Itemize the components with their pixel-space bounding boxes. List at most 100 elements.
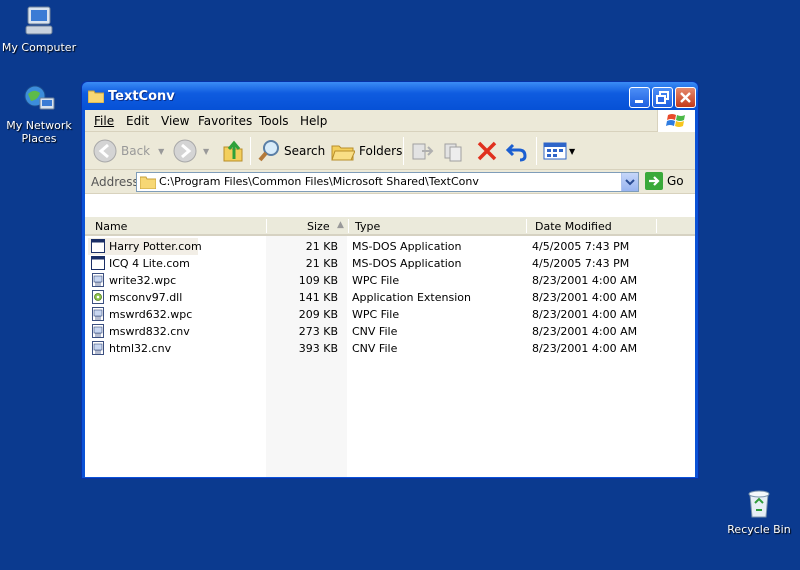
close-button[interactable] xyxy=(675,87,696,108)
file-type: CNV File xyxy=(352,325,398,338)
column-header-date-modified[interactable]: Date Modified xyxy=(535,220,612,233)
label-line-1: My Network xyxy=(6,119,72,132)
file-row[interactable]: ICQ 4 Lite.com 21 KB MS-DOS Application 4/5… xyxy=(85,255,695,272)
copy-to-icon xyxy=(444,143,462,162)
file-row[interactable]: write32.wpc 109 KB WPC File 8/23/2001 4:00 … xyxy=(85,272,695,289)
desktop-icon-my-network-places[interactable]: My Network Places xyxy=(1,82,77,145)
column-header-name[interactable]: Name xyxy=(95,220,127,233)
forward-arrow-icon xyxy=(173,139,197,163)
toolbar-separator xyxy=(536,137,537,165)
explorer-window: TextConv File Edit View Favorites Tools … xyxy=(81,81,699,479)
up-folder-icon xyxy=(223,140,243,162)
undo-icon xyxy=(505,143,527,162)
desktop-icon-recycle-bin[interactable]: Recycle Bin xyxy=(721,486,797,536)
go-button[interactable]: Go xyxy=(645,172,684,190)
close-icon xyxy=(680,92,691,103)
folders-label: Folders xyxy=(359,144,403,158)
chevron-down-icon xyxy=(625,179,635,186)
column-header-size[interactable]: Size xyxy=(307,220,330,233)
column-header-type[interactable]: Type xyxy=(355,220,380,233)
copy-to-button[interactable] xyxy=(442,138,466,164)
file-size: 273 KB xyxy=(298,325,338,338)
menu-view[interactable]: View xyxy=(161,114,189,128)
back-dropdown-icon[interactable]: ▼ xyxy=(158,147,164,156)
generic-file-icon xyxy=(91,324,105,338)
file-type: Application Extension xyxy=(352,291,471,304)
forward-dropdown-icon[interactable]: ▼ xyxy=(203,147,209,156)
menu-edit[interactable]: Edit xyxy=(126,114,149,128)
folder-icon xyxy=(87,89,105,106)
move-to-button[interactable] xyxy=(410,138,434,164)
file-date-modified: 8/23/2001 4:00 AM xyxy=(532,308,638,321)
file-name: Harry Potter.com xyxy=(109,240,202,253)
folders-icon xyxy=(331,145,355,161)
label-line-2: Places xyxy=(21,132,57,145)
title-bar[interactable]: TextConv xyxy=(82,82,698,110)
maximize-button[interactable] xyxy=(652,87,673,108)
search-icon xyxy=(258,140,279,162)
file-type: MS-DOS Application xyxy=(352,257,462,270)
back-button[interactable]: Back ▼ xyxy=(93,138,164,164)
file-row[interactable]: msconv97.dll 141 KB Application Extension 8… xyxy=(85,289,695,306)
generic-file-icon xyxy=(91,307,105,321)
file-type: WPC File xyxy=(352,308,400,321)
views-button[interactable]: ▼ xyxy=(543,138,575,164)
menu-file[interactable]: File xyxy=(94,114,114,128)
file-type: MS-DOS Application xyxy=(352,240,462,253)
views-dropdown-icon: ▼ xyxy=(569,146,576,156)
menu-bar: File Edit View Favorites Tools Help xyxy=(85,110,695,132)
menu-tools[interactable]: Tools xyxy=(259,114,289,128)
file-date-modified: 4/5/2005 7:43 PM xyxy=(532,240,630,253)
file-size: 393 KB xyxy=(298,342,338,355)
go-arrow-icon xyxy=(645,172,663,190)
recycle-bin-icon xyxy=(742,486,776,520)
address-dropdown-button[interactable] xyxy=(621,173,638,191)
generic-file-icon xyxy=(91,273,105,287)
folders-button[interactable]: Folders xyxy=(331,138,402,164)
minimize-icon xyxy=(635,100,643,103)
move-to-icon xyxy=(412,143,434,160)
desktop-icon-label: My Network Places xyxy=(1,119,77,145)
file-type: WPC File xyxy=(352,274,400,287)
up-folder-button[interactable] xyxy=(222,138,244,164)
file-row[interactable]: html32.cnv 393 KB CNV File 8/23/2001 4:00 A… xyxy=(85,340,695,357)
msdos-app-icon xyxy=(91,239,105,253)
generic-file-icon xyxy=(91,341,105,355)
file-row[interactable]: mswrd832.cnv 273 KB CNV File 8/23/2001 4:00… xyxy=(85,323,695,340)
menu-label: File xyxy=(94,114,115,128)
delete-button[interactable] xyxy=(475,138,499,164)
menu-help[interactable]: Help xyxy=(300,114,327,128)
file-size: 209 KB xyxy=(298,308,338,321)
column-header-row: Name Size ▲ Type Date Modified xyxy=(85,217,695,236)
desktop-icon-label: Recycle Bin xyxy=(727,523,791,536)
desktop-icon-my-computer[interactable]: My Computer xyxy=(1,4,77,54)
window-title: TextConv xyxy=(108,89,175,104)
go-label: Go xyxy=(667,174,684,188)
file-row[interactable]: Harry Potter.com 21 KB MS-DOS Application 4… xyxy=(85,238,695,255)
file-name: write32.wpc xyxy=(109,274,177,287)
file-list: Name Size ▲ Type Date Modified Harry Pot… xyxy=(85,217,695,477)
search-button[interactable]: Search xyxy=(257,138,325,164)
file-size: 21 KB xyxy=(305,257,338,270)
minimize-button[interactable] xyxy=(629,87,650,108)
file-name: ICQ 4 Lite.com xyxy=(109,257,190,270)
address-path: C:\Program Files\Common Files\Microsoft … xyxy=(159,175,479,188)
forward-button[interactable]: ▼ xyxy=(173,138,209,164)
file-date-modified: 8/23/2001 4:00 AM xyxy=(532,342,638,355)
network-icon xyxy=(22,82,56,116)
file-date-modified: 8/23/2001 4:00 AM xyxy=(532,291,638,304)
msdos-app-icon xyxy=(91,256,105,270)
file-size: 21 KB xyxy=(305,240,338,253)
undo-button[interactable] xyxy=(505,138,529,164)
file-type: CNV File xyxy=(352,342,398,355)
menu-favorites[interactable]: Favorites xyxy=(198,114,252,128)
column-separator xyxy=(656,219,657,233)
toolbar-separator xyxy=(250,137,251,165)
desktop-icon-label: My Computer xyxy=(1,41,77,54)
views-icon xyxy=(543,142,567,160)
file-size: 109 KB xyxy=(298,274,338,287)
address-input[interactable]: C:\Program Files\Common Files\Microsoft … xyxy=(136,172,639,192)
file-name: msconv97.dll xyxy=(109,291,183,304)
file-row[interactable]: mswrd632.wpc 209 KB WPC File 8/23/2001 4:00… xyxy=(85,306,695,323)
column-separator xyxy=(266,219,267,233)
